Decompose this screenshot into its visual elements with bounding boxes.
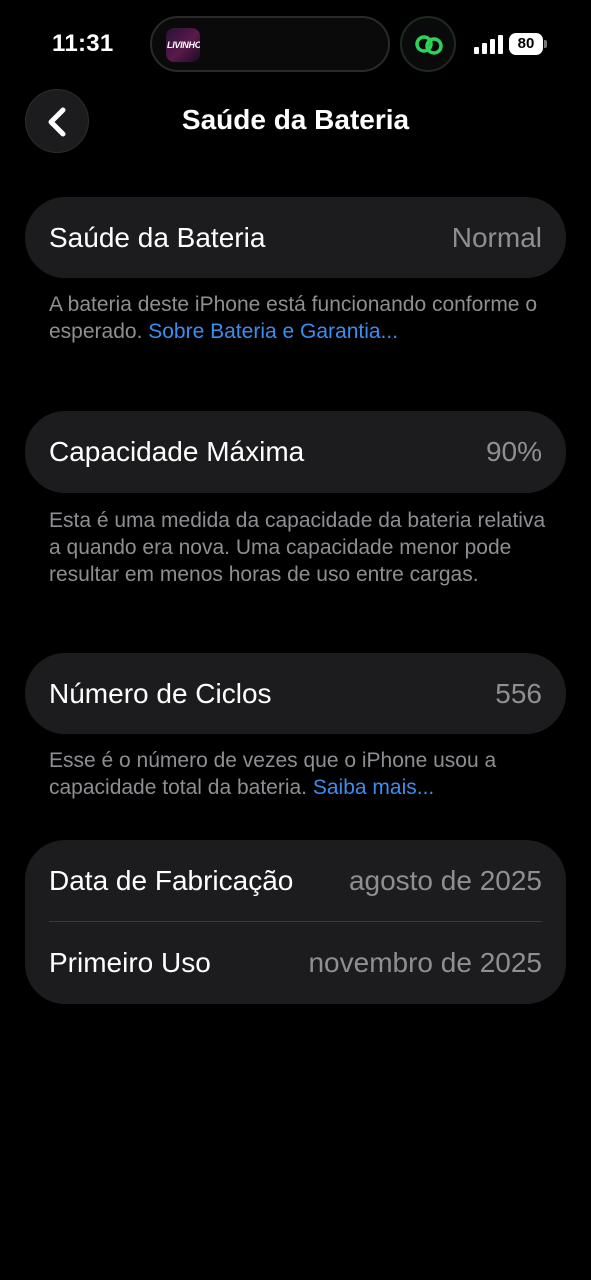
battery-health-label: Saúde da Bateria: [49, 221, 266, 253]
status-time: 11:31: [52, 30, 114, 57]
battery-warranty-link[interactable]: Sobre Bateria e Garantia...: [148, 320, 398, 343]
cycle-count-card: Número de Ciclos 556: [25, 653, 566, 734]
max-capacity-row: Capacidade Máxima 90%: [49, 411, 542, 493]
link-activity[interactable]: [400, 16, 456, 72]
cycle-count-label: Número de Ciclos: [49, 677, 272, 709]
learn-more-link[interactable]: Saiba mais...: [313, 776, 434, 799]
first-use-label: Primeiro Uso: [49, 947, 211, 978]
battery-health-row: Saúde da Bateria Normal: [49, 197, 542, 278]
cycle-count-footnote: Esse é o número de vezes que o iPhone us…: [49, 747, 549, 801]
dates-card: Data de Fabricação agosto de 2025 Primei…: [25, 840, 566, 1004]
first-use-row: Primeiro Uso novembro de 2025: [49, 922, 542, 1004]
manufacture-date-row: Data de Fabricação agosto de 2025: [49, 840, 542, 922]
link-icon: [415, 35, 443, 55]
dynamic-island[interactable]: LIVINHO: [150, 16, 390, 72]
battery-icon: 80: [509, 33, 547, 55]
first-use-value: novembro de 2025: [308, 947, 542, 978]
battery-health-footnote: A bateria deste iPhone está funcionando …: [49, 291, 549, 345]
max-capacity-value: 90%: [485, 436, 542, 467]
manufacture-date-label: Data de Fabricação: [49, 865, 294, 896]
signal-icon: [474, 35, 503, 54]
cycle-count-row: Número de Ciclos 556: [49, 653, 542, 734]
max-capacity-footnote: Esta é uma medida da capacidade da bater…: [49, 509, 546, 586]
max-capacity-label: Capacidade Máxima: [49, 436, 305, 467]
battery-health-card: Saúde da Bateria Normal: [25, 197, 566, 278]
battery-nub: [544, 40, 547, 48]
cycle-count-value: 556: [495, 677, 542, 709]
battery-health-value: Normal: [451, 221, 542, 253]
battery-level: 80: [517, 35, 535, 52]
page-title: Saúde da Bateria: [181, 104, 410, 135]
max-capacity-card: Capacidade Máxima 90%: [25, 411, 566, 493]
app-icon-text: LIVINHO: [167, 40, 200, 50]
manufacture-date-value: agosto de 2025: [348, 865, 542, 896]
app-icon: LIVINHO: [166, 28, 200, 62]
